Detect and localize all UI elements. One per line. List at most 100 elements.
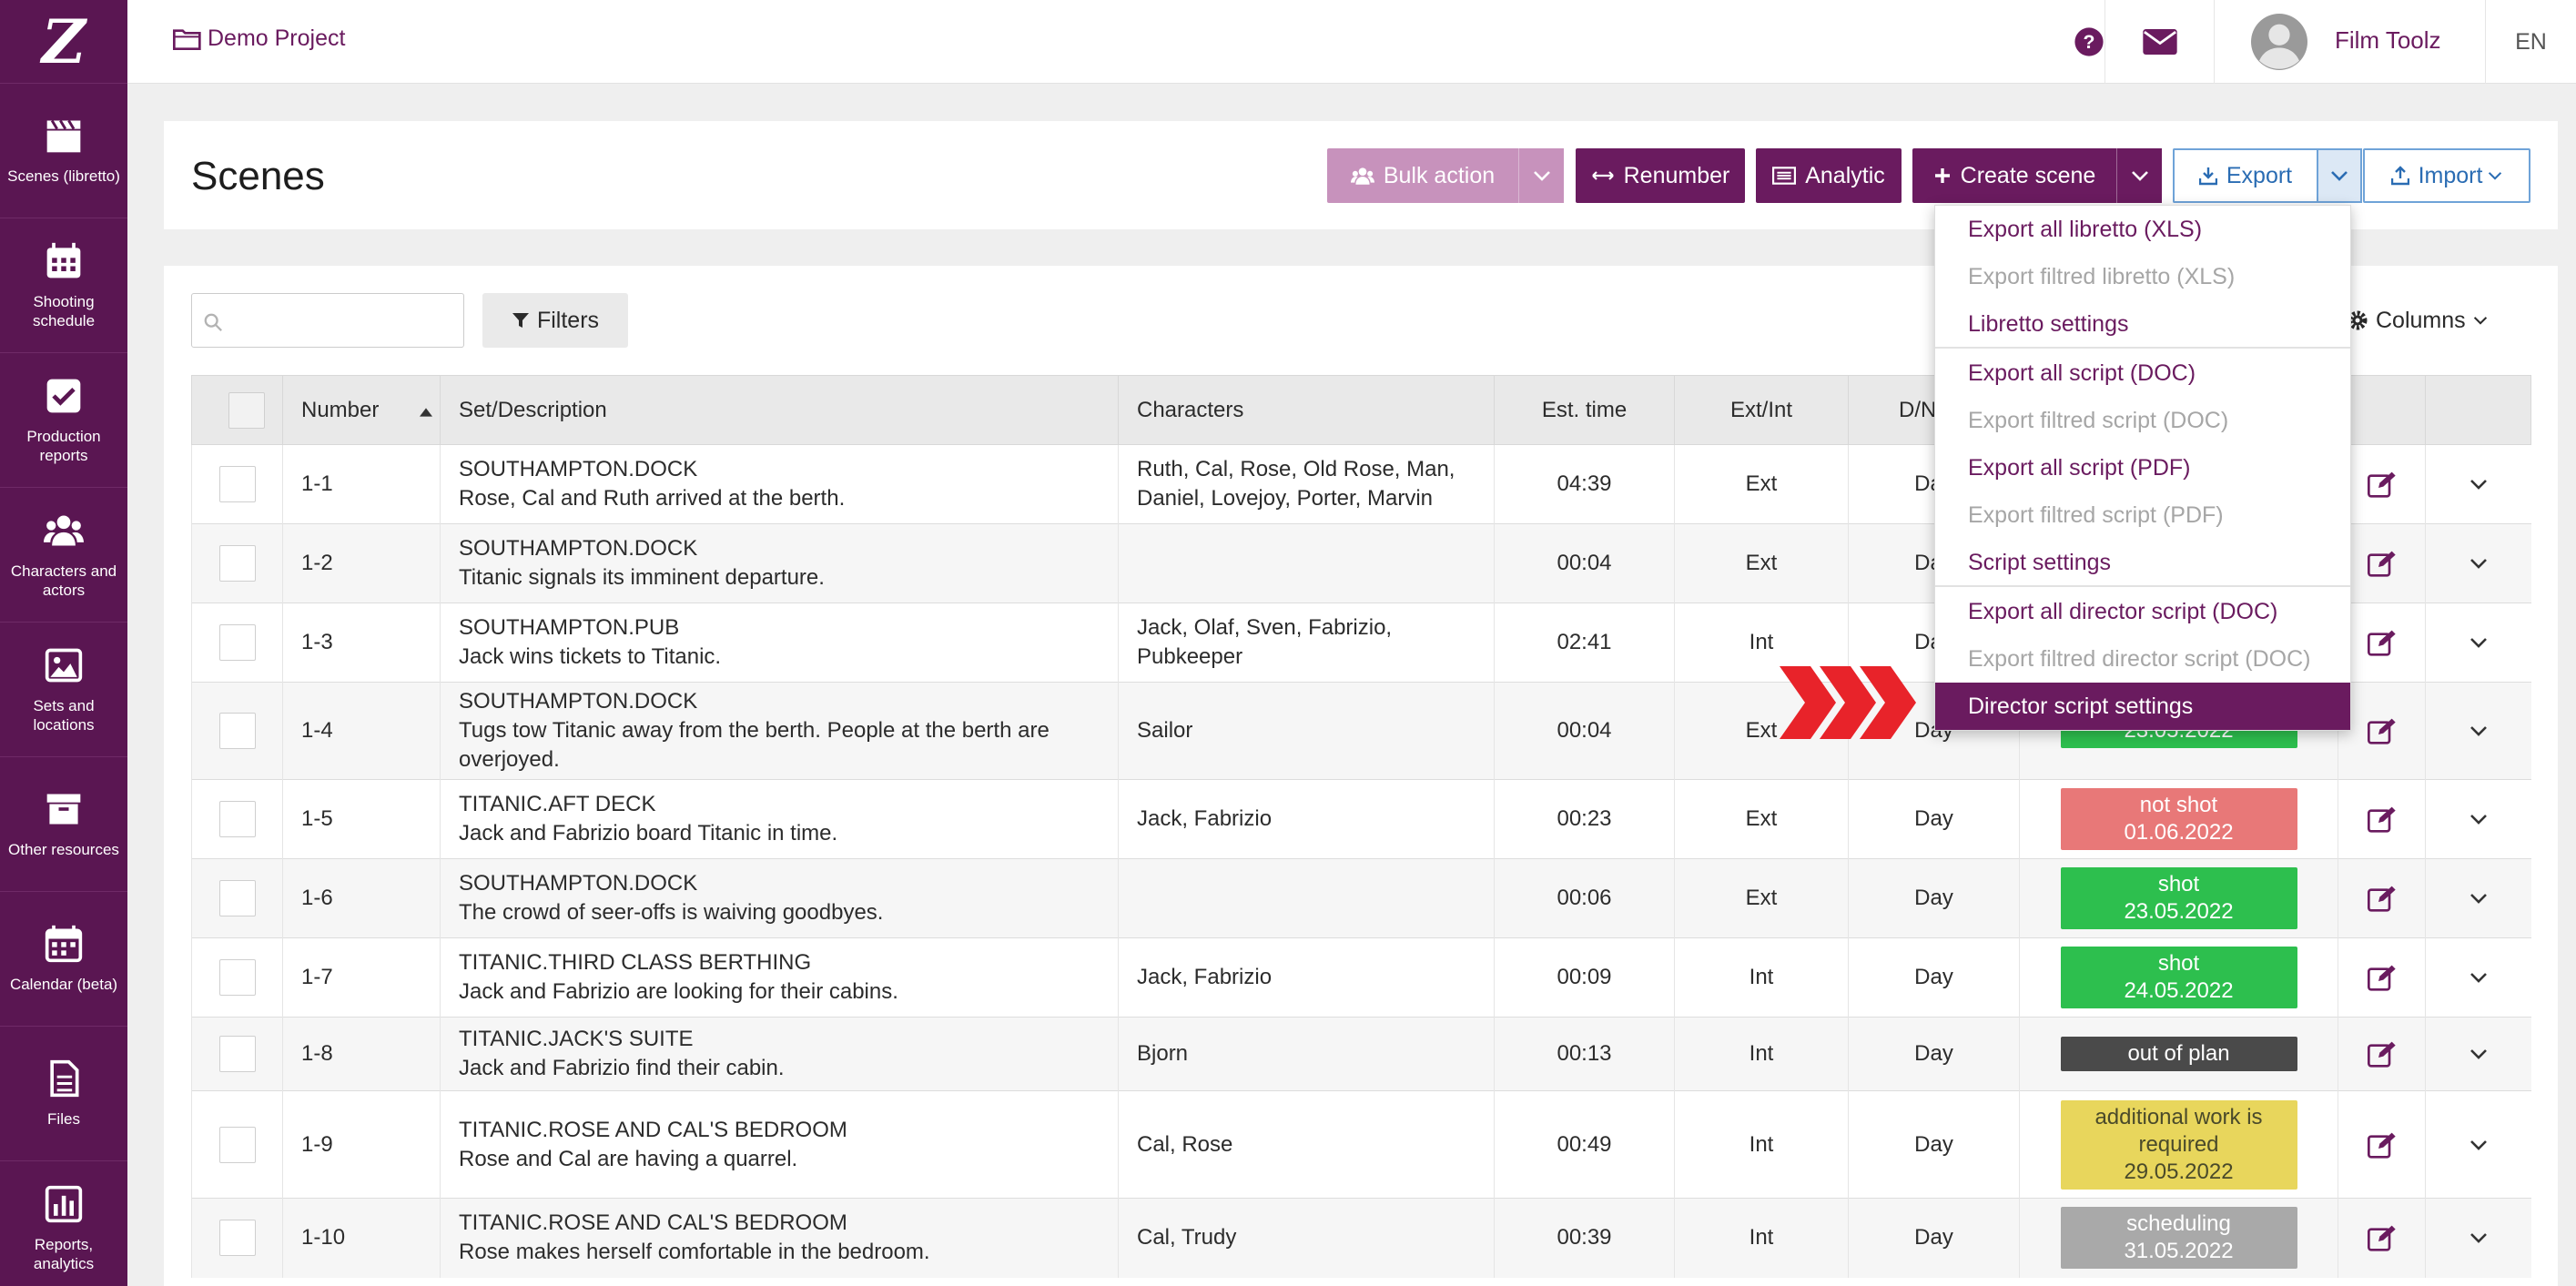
export-menu-item[interactable]: Export all director script (DOC) bbox=[1935, 588, 2350, 635]
search-input[interactable] bbox=[232, 294, 460, 347]
edit-icon[interactable] bbox=[2367, 1040, 2397, 1068]
column-header-est-time[interactable]: Est. time bbox=[1494, 375, 1675, 445]
chevron-down-icon[interactable] bbox=[2470, 892, 2488, 905]
status-badge[interactable]: not shot 01.06.2022 bbox=[2060, 788, 2297, 850]
table-row[interactable]: 1-10 TITANIC.ROSE AND CAL'S BEDROOM Rose m… bbox=[191, 1198, 2531, 1278]
chevron-down-icon[interactable] bbox=[2470, 813, 2488, 825]
sidebar-item-calendar[interactable]: Calendar (beta) bbox=[0, 892, 127, 1027]
scene-set: TITANIC.JACK'S SUITE bbox=[459, 1027, 694, 1051]
edit-icon[interactable] bbox=[2367, 1131, 2397, 1159]
sidebar-item-characters[interactable]: Characters and actors bbox=[0, 488, 127, 623]
edit-icon[interactable] bbox=[2367, 885, 2397, 912]
column-header-number[interactable]: Number bbox=[282, 375, 441, 445]
status-badge[interactable]: additional work is required 29.05.2022 bbox=[2060, 1099, 2297, 1190]
edit-icon[interactable] bbox=[2367, 805, 2397, 833]
scene-characters: Sailor bbox=[1118, 682, 1495, 780]
row-checkbox[interactable] bbox=[218, 880, 256, 916]
row-checkbox[interactable] bbox=[218, 1126, 256, 1163]
chevron-down-icon[interactable] bbox=[2470, 1139, 2488, 1151]
edit-icon[interactable] bbox=[2367, 471, 2397, 498]
row-checkbox[interactable] bbox=[218, 1036, 256, 1072]
row-checkbox[interactable] bbox=[218, 1220, 256, 1257]
app-logo[interactable]: Z bbox=[0, 0, 127, 84]
chevron-down-icon[interactable] bbox=[2470, 971, 2488, 984]
column-header-ext-int[interactable]: Ext/Int bbox=[1674, 375, 1849, 445]
expand-cell bbox=[2425, 523, 2531, 603]
columns-button[interactable]: Columns bbox=[2347, 293, 2488, 348]
chevron-down-icon[interactable] bbox=[2470, 478, 2488, 491]
export-menu-item[interactable]: Libretto settings bbox=[1935, 300, 2350, 348]
sidebar-item-files[interactable]: Files bbox=[0, 1027, 127, 1161]
export-button[interactable]: Export bbox=[2173, 148, 2317, 203]
bulk-action-dropdown[interactable] bbox=[1518, 148, 1564, 203]
filters-button[interactable]: Filters bbox=[482, 293, 628, 348]
chevron-down-icon[interactable] bbox=[2470, 636, 2488, 649]
search-icon bbox=[204, 313, 222, 331]
row-checkbox[interactable] bbox=[218, 624, 256, 661]
table-row[interactable]: 1-6 SOUTHAMPTON.DOCK The crowd of seer-off… bbox=[191, 858, 2531, 938]
scene-day-night: Day bbox=[1848, 1198, 2020, 1278]
export-menu-item[interactable]: Director script settings bbox=[1935, 683, 2350, 730]
status-badge[interactable]: scheduling 31.05.2022 bbox=[2060, 1207, 2297, 1270]
search-box[interactable] bbox=[191, 293, 464, 348]
renumber-button[interactable]: Renumber bbox=[1576, 148, 1745, 203]
chevron-down-icon[interactable] bbox=[2470, 724, 2488, 737]
bar-chart-icon bbox=[45, 1185, 83, 1222]
export-menu-item[interactable]: Export all script (DOC) bbox=[1935, 349, 2350, 397]
edit-icon[interactable] bbox=[2367, 629, 2397, 656]
scene-number: 1-6 bbox=[282, 858, 441, 938]
export-dropdown-toggle[interactable] bbox=[2317, 148, 2362, 203]
select-all-checkbox[interactable] bbox=[228, 391, 265, 429]
analytic-button[interactable]: Analytic bbox=[1756, 148, 1902, 203]
import-button[interactable]: Import bbox=[2363, 148, 2530, 203]
edit-icon[interactable] bbox=[2367, 550, 2397, 577]
scene-description: Jack and Fabrizio board Titanic in time. bbox=[459, 821, 838, 846]
table-row[interactable]: 1-5 TITANIC.AFT DECK Jack and Fabrizio boa… bbox=[191, 779, 2531, 859]
column-header-set[interactable]: Set/Description bbox=[440, 375, 1119, 445]
scene-set-description: TITANIC.AFT DECK Jack and Fabrizio board … bbox=[440, 779, 1119, 859]
bulk-action-button[interactable]: Bulk action bbox=[1327, 148, 1518, 203]
user-menu[interactable]: Film Toolz bbox=[2214, 0, 2478, 84]
table-row[interactable]: 1-8 TITANIC.JACK'S SUITE Jack and Fabrizio… bbox=[191, 1017, 2531, 1091]
sidebar-item-production-reports[interactable]: Production reports bbox=[0, 353, 127, 488]
scene-day-night: Day bbox=[1848, 937, 2020, 1018]
sidebar-item-reports[interactable]: Reports, analytics bbox=[0, 1161, 127, 1286]
status-badge[interactable]: out of plan bbox=[2060, 1037, 2297, 1071]
row-checkbox[interactable] bbox=[218, 466, 256, 502]
chevron-down-icon[interactable] bbox=[2470, 1048, 2488, 1060]
create-scene-dropdown[interactable] bbox=[2116, 148, 2162, 203]
sidebar: Z Scenes (libretto) Shooting schedule Pr… bbox=[0, 0, 127, 1286]
status-badge[interactable]: shot 24.05.2022 bbox=[2060, 947, 2297, 1008]
export-menu-item[interactable]: Export all script (PDF) bbox=[1935, 444, 2350, 491]
chevron-down-icon bbox=[1533, 171, 1550, 181]
edit-icon[interactable] bbox=[2367, 1224, 2397, 1251]
create-scene-button[interactable]: Create scene bbox=[1912, 148, 2116, 203]
row-checkbox[interactable] bbox=[218, 713, 256, 749]
language-switch[interactable]: EN bbox=[2485, 0, 2576, 84]
row-checkbox[interactable] bbox=[218, 959, 256, 996]
chevron-down-icon[interactable] bbox=[2470, 1231, 2488, 1244]
sidebar-item-scenes[interactable]: Scenes (libretto) bbox=[0, 84, 127, 218]
sidebar-item-other-resources[interactable]: Other resources bbox=[0, 757, 127, 892]
svg-text:?: ? bbox=[2084, 31, 2095, 53]
edit-cell bbox=[2338, 1198, 2426, 1278]
table-row[interactable]: 1-9 TITANIC.ROSE AND CAL'S BEDROOM Rose an… bbox=[191, 1090, 2531, 1199]
scene-description: Rose makes herself comfortable in the be… bbox=[459, 1240, 930, 1265]
column-header-characters[interactable]: Characters bbox=[1118, 375, 1495, 445]
expand-cell bbox=[2425, 937, 2531, 1018]
edit-icon[interactable] bbox=[2367, 717, 2397, 744]
sidebar-item-sets[interactable]: Sets and locations bbox=[0, 623, 127, 757]
chevron-down-icon[interactable] bbox=[2470, 557, 2488, 570]
edit-icon[interactable] bbox=[2367, 964, 2397, 991]
scene-characters: Jack, Fabrizio bbox=[1118, 779, 1495, 859]
row-checkbox[interactable] bbox=[218, 801, 256, 837]
messages-button[interactable] bbox=[2104, 0, 2214, 84]
export-menu-item[interactable]: Script settings bbox=[1935, 539, 2350, 586]
row-checkbox[interactable] bbox=[218, 545, 256, 582]
table-row[interactable]: 1-7 TITANIC.THIRD CLASS BERTHING Jack and … bbox=[191, 937, 2531, 1018]
sidebar-item-shooting-schedule[interactable]: Shooting schedule bbox=[0, 218, 127, 353]
status-badge[interactable]: shot 23.05.2022 bbox=[2060, 867, 2297, 929]
scene-set: SOUTHAMPTON.DOCK bbox=[459, 689, 698, 714]
project-link[interactable]: Demo Project bbox=[173, 25, 345, 52]
export-menu-item[interactable]: Export all libretto (XLS) bbox=[1935, 206, 2350, 253]
